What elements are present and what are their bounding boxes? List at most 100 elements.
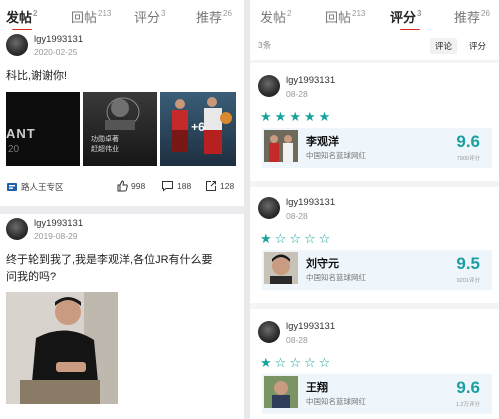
player-score: 9.6 — [456, 132, 480, 151]
tab-ratings[interactable]: 评分3 — [390, 7, 422, 31]
tab-count: 2 — [33, 9, 38, 18]
silhouette-figure — [105, 97, 140, 130]
star-icon: ★ — [274, 109, 287, 124]
post-image-3[interactable]: +6 — [160, 92, 236, 166]
more-images-badge: +6 — [191, 120, 205, 134]
player-name: 王翔 — [306, 382, 328, 394]
list-header: 3条 评论 评分 — [250, 30, 499, 60]
sort-by-rating[interactable]: 评分 — [466, 38, 489, 54]
tab-count: 3 — [161, 9, 166, 18]
tab-recommend[interactable]: 推荐26 — [454, 7, 490, 26]
player-photo-art — [264, 252, 298, 284]
comment-icon — [162, 181, 173, 192]
share-button[interactable]: 128 — [205, 180, 234, 192]
profile-tabs: 发帖2 回帖213 评分3 推荐26 — [0, 0, 244, 31]
sort-by-comment[interactable]: 评论 — [430, 38, 458, 54]
rating-count: 7900评分 — [456, 156, 480, 162]
tab-label: 回帖 — [71, 10, 98, 25]
tab-recommend[interactable]: 推荐26 — [196, 7, 232, 26]
player-card[interactable]: 王翔 中国知名篮球网红 9.6 1.2万评分 — [262, 374, 492, 414]
player-score: 9.6 — [456, 378, 480, 397]
tab-label: 推荐 — [454, 10, 481, 25]
star-rating: ★ ☆ ☆ ☆ ☆ — [260, 356, 330, 369]
star-empty-icon: ☆ — [303, 355, 316, 370]
star-empty-icon: ☆ — [274, 231, 287, 246]
username[interactable]: lgy1993131 — [286, 197, 335, 208]
username[interactable]: lgy1993131 — [34, 34, 83, 45]
post-image-1[interactable]: ANT 20 — [6, 92, 80, 166]
avatar[interactable] — [258, 197, 280, 219]
username[interactable]: lgy1993131 — [34, 218, 83, 229]
like-icon — [117, 180, 128, 192]
player-description: 中国知名篮球网红 — [306, 273, 366, 282]
avatar[interactable] — [6, 34, 28, 56]
tab-count: 26 — [223, 9, 232, 18]
avatar[interactable] — [258, 321, 280, 343]
player-photo — [264, 376, 298, 408]
image-caption: 赶超伟业 — [91, 146, 119, 153]
tab-count: 213 — [98, 9, 112, 18]
star-empty-icon: ☆ — [289, 355, 301, 370]
player-photo — [264, 252, 298, 284]
tab-replies[interactable]: 回帖213 — [325, 7, 365, 26]
post-text: 终于轮到我了,我是李观洋,各位JR有什么要 — [6, 254, 213, 266]
rating-date: 08-28 — [286, 335, 308, 345]
post-image-2[interactable]: 功勋卓著 赶超伟业 — [83, 92, 157, 166]
tab-label: 评分 — [390, 10, 417, 25]
star-icon: ★ — [260, 355, 272, 370]
community-icon — [7, 183, 17, 191]
tab-posts[interactable]: 发帖2 — [6, 7, 38, 31]
player-photo — [264, 130, 298, 162]
star-empty-icon: ☆ — [303, 231, 316, 246]
star-empty-icon: ☆ — [274, 355, 287, 370]
post-date: 2020-02-25 — [34, 47, 78, 57]
player-name: 刘守元 — [306, 258, 339, 270]
player-card[interactable]: 李观洋 中国知名篮球网红 9.6 7900评分 — [262, 128, 492, 168]
tab-label: 推荐 — [196, 10, 223, 25]
player-description: 中国知名篮球网红 — [306, 397, 366, 406]
comment-button[interactable]: 188 — [161, 180, 191, 192]
share-icon — [206, 181, 216, 191]
tab-ratings[interactable]: 评分3 — [134, 7, 165, 26]
star-icon: ★ — [260, 109, 272, 124]
star-empty-icon: ☆ — [318, 231, 331, 246]
post-card[interactable]: lgy1993131 2019-08-29 终于轮到我了,我是李观洋,各位JR有… — [0, 214, 244, 419]
rating-date: 08-28 — [286, 89, 308, 99]
username[interactable]: lgy1993131 — [286, 321, 335, 332]
star-rating: ★ ☆ ☆ ☆ ☆ — [260, 232, 330, 245]
like-button[interactable]: 998 — [116, 180, 145, 192]
tab-count: 3 — [417, 9, 422, 18]
community-tag[interactable]: 路人王专区 — [6, 181, 64, 193]
tab-label: 评分 — [134, 10, 161, 25]
community-name: 路人王专区 — [21, 182, 64, 192]
star-icon: ★ — [289, 109, 301, 124]
rating-card[interactable]: lgy1993131 08-28 ★ ★ ★ ★ ★ 李观洋 中国知名篮球网红 9.6 … — [250, 63, 499, 181]
rating-count: 1.2万评分 — [455, 402, 480, 408]
person-photo — [6, 292, 118, 404]
post-card[interactable]: lgy1993131 2020-02-25 科比,谢谢你! ANT 20 功勋卓… — [0, 30, 244, 206]
player-description: 中国知名篮球网红 — [306, 151, 366, 160]
post-date: 2019-08-29 — [34, 231, 78, 241]
player-card[interactable]: 刘守元 中国知名篮球网红 9.5 9201评分 — [262, 250, 492, 290]
rating-card[interactable]: lgy1993131 08-28 ★ ☆ ☆ ☆ ☆ 王翔 中国知名篮球网红 9.6 1… — [250, 309, 499, 419]
divider — [0, 206, 244, 214]
profile-tabs: 发帖2 回帖213 评分3 推荐26 — [250, 0, 499, 31]
username[interactable]: lgy1993131 — [286, 75, 335, 86]
rating-date: 08-28 — [286, 211, 308, 221]
tab-replies[interactable]: 回帖213 — [71, 7, 111, 26]
tab-label: 发帖 — [6, 10, 33, 25]
post-image[interactable] — [6, 292, 118, 404]
post-text: 问我的吗? — [6, 271, 57, 283]
post-text: 科比,谢谢你! — [6, 70, 68, 82]
star-empty-icon: ☆ — [289, 231, 301, 246]
avatar[interactable] — [6, 218, 28, 240]
tab-posts[interactable]: 发帖2 — [260, 7, 291, 26]
tab-label: 发帖 — [260, 10, 287, 25]
like-count: 998 — [131, 181, 146, 191]
comment-count: 188 — [177, 181, 192, 191]
avatar[interactable] — [258, 75, 280, 97]
player-photo-art — [264, 130, 298, 162]
share-count: 128 — [220, 181, 235, 191]
star-icon: ★ — [260, 231, 272, 246]
rating-card[interactable]: lgy1993131 08-28 ★ ☆ ☆ ☆ ☆ 刘守元 中国知名篮球网红 9.5 … — [250, 187, 499, 303]
